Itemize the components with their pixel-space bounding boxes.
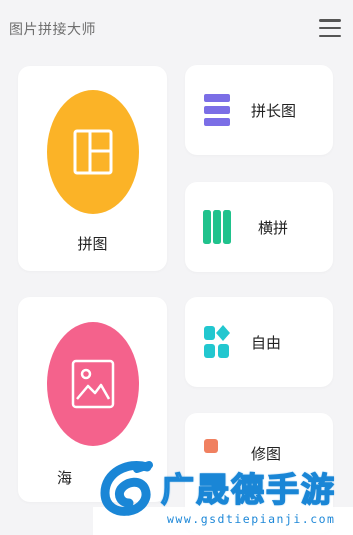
freeform-label: 自由 [251,334,282,352]
collage-label: 拼图 [77,235,108,253]
menu-line [319,34,341,37]
horizontal-stitch-label: 横拼 [258,219,289,237]
watermark-banner: 广晟德手游 www.gsdtiepianji.com [93,453,353,535]
collage-icon-circle [46,90,139,214]
horizontal-stitch-card[interactable]: 横拼 [185,182,333,272]
site-logo-icon [100,461,153,516]
menu-line [319,19,341,22]
freeform-card[interactable]: 自由 [185,297,333,387]
watermark-url: www.gsdtiepianji.com [167,512,336,526]
stacked-rows-icon [204,94,230,126]
long-image-card[interactable]: 拼长图 [185,65,333,155]
long-image-label: 拼长图 [251,102,297,120]
app-title: 图片拼接大师 [9,22,96,38]
shapes-icon [204,325,230,358]
image-icon [71,359,114,409]
poster-icon-circle [46,322,139,446]
columns-icon [203,210,231,244]
collage-card[interactable]: 拼图 [18,66,167,271]
menu-icon[interactable] [319,16,341,40]
watermark-name: 广晟德手游 [160,469,336,510]
menu-line [319,26,341,30]
collage-layout-icon [73,129,112,175]
